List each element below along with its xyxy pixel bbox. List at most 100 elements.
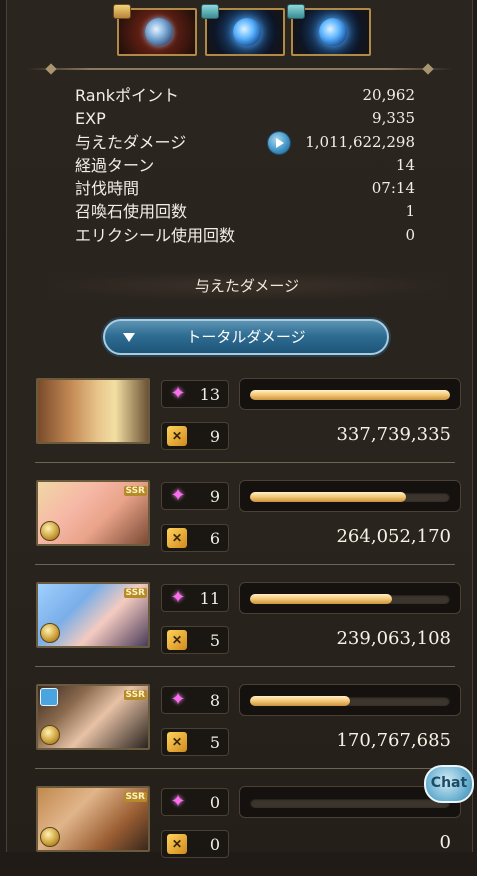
stat-value: 1 <box>405 202 415 221</box>
ca-count-value: 9 <box>209 427 220 446</box>
stat-value: 20,962 <box>362 86 416 104</box>
stat-value: 9,335 <box>372 109 415 128</box>
charge-attack-icon: ✕ <box>167 630 187 650</box>
ca-count-value: 5 <box>209 631 220 650</box>
teal-chest-icon <box>287 4 305 19</box>
damage-bar-track <box>250 798 450 808</box>
element-badge-icon <box>40 521 60 541</box>
ssr-badge: SSR <box>123 690 147 700</box>
damage-bar <box>239 378 461 410</box>
damage-bar-fill <box>250 492 406 502</box>
damage-value: 337,739,335 <box>336 424 451 445</box>
stat-value: 0 <box>405 225 415 244</box>
damage-bar-track <box>250 390 450 400</box>
orb-icon <box>319 18 347 46</box>
ca-count-value: 0 <box>209 835 220 854</box>
skill-count: ✦ 8 <box>161 686 229 714</box>
stat-value: 14 <box>395 155 415 174</box>
row-separator <box>35 564 455 565</box>
stat-value: 07:14 <box>371 179 415 198</box>
character-portrait[interactable]: SSR <box>36 786 150 852</box>
damage-value: 0 <box>439 832 451 853</box>
skill-star-icon: ✦ <box>170 587 186 608</box>
ssr-badge: SSR <box>123 792 147 802</box>
stat-label: 召喚石使用回数 <box>75 202 188 222</box>
charge-attack-icon: ✕ <box>167 834 187 854</box>
member-row: SSR ✦ 11 ✕ 5 239,063,108 <box>31 582 471 672</box>
damage-bar <box>239 684 461 716</box>
ca-count: ✕ 5 <box>161 626 229 654</box>
character-portrait[interactable] <box>36 378 150 444</box>
ca-count-value: 5 <box>209 733 220 752</box>
damage-bar-fill <box>250 696 350 706</box>
member-row: SSR ✦ 9 ✕ 6 264,052,170 <box>31 480 471 570</box>
gold-chest-icon <box>113 4 131 19</box>
skill-count: ✦ 9 <box>161 482 229 510</box>
stat-turns: 経過ターン 14 <box>75 154 415 177</box>
ca-count: ✕ 5 <box>161 728 229 756</box>
skill-count-value: 13 <box>199 385 220 404</box>
character-portrait[interactable]: SSR <box>36 480 150 546</box>
row-separator <box>35 462 455 463</box>
row-separator <box>35 768 455 769</box>
orb-icon <box>233 18 261 46</box>
section-title: 与えたダメージ <box>47 272 447 300</box>
damage-bar-fill <box>250 390 450 400</box>
damage-value: 264,052,170 <box>336 526 451 547</box>
stat-damage: 与えたダメージ 1,011,622,298 <box>75 131 415 154</box>
damage-bar <box>239 582 461 614</box>
skill-star-icon: ✦ <box>170 485 186 506</box>
skill-count-value: 9 <box>209 487 220 506</box>
total-damage-toggle-button[interactable]: トータルダメージ <box>103 319 389 355</box>
reward-list <box>113 4 377 58</box>
chat-button[interactable]: Chat <box>424 765 474 803</box>
skill-count-value: 11 <box>199 589 220 608</box>
ca-count: ✕ 6 <box>161 524 229 552</box>
character-portrait[interactable]: SSR <box>36 582 150 648</box>
charge-attack-icon: ✕ <box>167 426 187 446</box>
divider-knot <box>422 63 434 75</box>
ca-count: ✕ 9 <box>161 422 229 450</box>
stat-elixir-uses: エリクシール使用回数 0 <box>75 224 415 247</box>
skill-star-icon: ✦ <box>170 689 186 710</box>
damage-value: 170,767,685 <box>336 730 451 751</box>
charge-attack-icon: ✕ <box>167 732 187 752</box>
orb-icon <box>145 18 173 46</box>
stat-value: 1,011,622,298 <box>305 132 415 151</box>
member-row: SSR ✦ 0 ✕ 0 0 <box>31 786 471 876</box>
skill-count: ✦ 13 <box>161 380 229 408</box>
stat-label: 討伐時間 <box>75 179 140 199</box>
damage-bar-track <box>250 594 450 604</box>
stat-time: 討伐時間 07:14 <box>75 177 415 200</box>
row-separator <box>35 666 455 667</box>
damage-bar-track <box>250 492 450 502</box>
element-badge-icon <box>40 827 60 847</box>
stat-rank-points: Rankポイント 20,962 <box>75 84 415 107</box>
character-portrait[interactable]: SSR <box>36 684 150 750</box>
skill-count-value: 8 <box>209 691 220 710</box>
ring-icon <box>40 688 58 706</box>
reward-item-3[interactable] <box>287 4 371 56</box>
ssr-badge: SSR <box>123 588 147 598</box>
reward-item-2[interactable] <box>201 4 285 56</box>
chevron-down-icon <box>123 333 135 342</box>
play-icon[interactable] <box>268 131 290 154</box>
skill-star-icon: ✦ <box>170 791 186 812</box>
damage-bar <box>239 480 461 512</box>
reward-item-1[interactable] <box>113 4 197 56</box>
skill-count: ✦ 0 <box>161 788 229 816</box>
stat-label: 与えたダメージ <box>75 132 187 152</box>
result-panel: Rankポイント 20,962 EXP 9,335 与えたダメージ 1,011,… <box>6 0 473 858</box>
toggle-label: トータルダメージ <box>186 328 306 346</box>
stat-label: EXP <box>75 109 106 129</box>
damage-bar-track <box>250 696 450 706</box>
skill-star-icon: ✦ <box>170 383 186 404</box>
damage-bar-fill <box>250 594 392 604</box>
battle-stats: Rankポイント 20,962 EXP 9,335 与えたダメージ 1,011,… <box>75 84 415 247</box>
ca-count: ✕ 0 <box>161 830 229 858</box>
ornament-divider <box>27 63 452 75</box>
charge-attack-icon: ✕ <box>167 528 187 548</box>
ca-count-value: 6 <box>209 529 220 548</box>
stat-summon-uses: 召喚石使用回数 1 <box>75 200 415 223</box>
teal-chest-icon <box>201 4 219 19</box>
